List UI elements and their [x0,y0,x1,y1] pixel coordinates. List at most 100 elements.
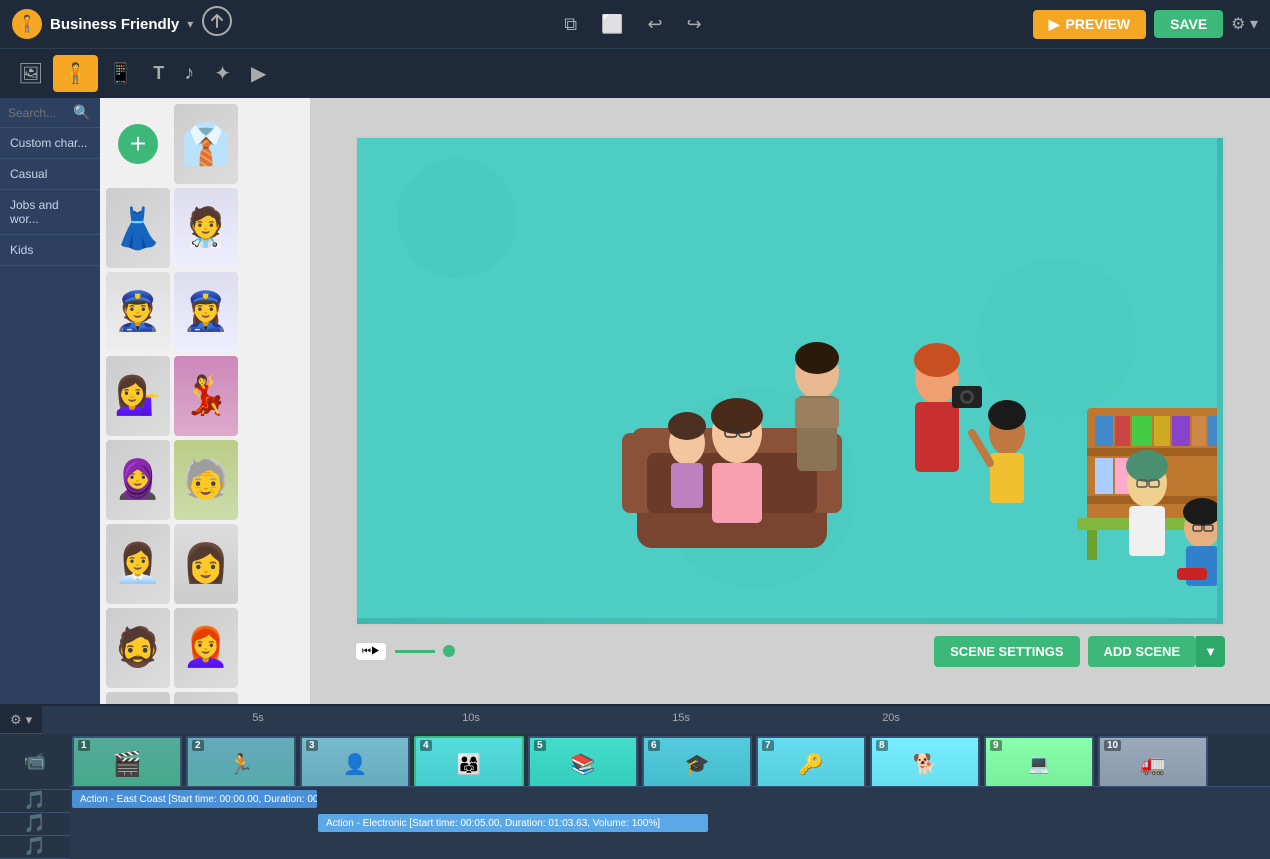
character-grid: + 👔 👗 🧑‍⚕️ 👮 👮‍♀️ 💁‍♀️ 💃 🧕 � [100,98,310,704]
scene-actions: SCENE SETTINGS ADD SCENE ▼ [934,636,1225,667]
chevron-down-icon: ▾ [187,17,193,31]
audio-track-3 [70,835,1270,859]
save-button[interactable]: SAVE [1154,10,1223,38]
left-sidebar: 🔍 Custom char... Casual Jobs and wor... … [0,98,100,704]
top-bar-right: ▶ PREVIEW SAVE ⚙ ▾ [1033,10,1258,39]
toolbar-effects-btn[interactable]: ✦ [204,55,241,92]
scene-thumb-5[interactable]: 5 📚 [528,736,638,787]
char-item[interactable]: 🧕 [106,440,170,520]
add-scene-group: ADD SCENE ▼ [1088,636,1225,667]
sidebar-item-custom-char[interactable]: Custom char... [0,128,100,159]
audio-bar-2[interactable]: Action - Electronic [Start time: 00:05.0… [318,814,708,832]
sidebar-item-kids[interactable]: Kids [0,235,100,266]
scene-thumb-1[interactable]: 1 🎬 [72,736,182,787]
scene-number: 8 [876,740,888,751]
timeline-body: 📹 🎵 🎵 🎵 1 🎬 2 🏃 3 👤 [0,734,1270,859]
copy-button[interactable]: ⧉ [560,10,581,39]
timeline-settings-button[interactable]: ⚙ ▾ [0,712,42,728]
scene-thumb-10[interactable]: 10 🚛 [1098,736,1208,787]
scene-thumb-3[interactable]: 3 👤 [300,736,410,787]
ruler-mark-15s: 15s [672,712,690,724]
audio-bar-1[interactable]: Action - East Coast [Start time: 00:00.0… [72,790,317,808]
char-item[interactable]: 👩‍💼 [106,524,170,604]
project-title: Business Friendly [50,16,179,33]
audio-track-1: Action - East Coast [Start time: 00:00.0… [70,787,1270,811]
toolbar-text-btn[interactable]: T [143,57,174,90]
scene-canvas: 📹 [355,136,1225,626]
scene-number: 9 [990,740,1002,751]
toolbar-device-btn[interactable]: 📱 [98,55,143,92]
video-track-icon: 📹 [0,734,70,790]
ruler-mark-20s: 20s [882,712,900,724]
char-item[interactable]: 👧 [174,692,238,704]
timeline: ⚙ ▾ 5s 10s 15s 20s 📹 🎵 🎵 🎵 1 🎬 [0,704,1270,859]
scene-number: 3 [306,740,318,751]
scene-number: 2 [192,740,204,751]
char-item[interactable]: 💁‍♀️ [106,356,170,436]
canvas-controls: ⏮▶ SCENE SETTINGS ADD SCENE ▼ [355,636,1225,667]
audio-track-icon-3: 🎵 [0,836,70,859]
scene-background: 📹 [357,138,1223,624]
scene-thumb-9[interactable]: 9 💻 [984,736,1094,787]
chevron-down-icon: ▾ [26,712,33,728]
timeline-content: 1 🎬 2 🏃 3 👤 4 👨‍👩‍👧 5 📚 [70,734,1270,859]
search-input[interactable] [8,106,73,120]
toolbar-character-btn[interactable]: 🧍 [53,55,98,92]
char-item[interactable]: 👮‍♀️ [174,272,238,352]
scene-thumb-7[interactable]: 7 🔑 [756,736,866,787]
char-item[interactable]: 🧓 [174,440,238,520]
toolbar: 🖼 🧍 📱 T ♪ ✦ ▶ [0,48,1270,98]
settings-button[interactable]: ⚙ ▾ [1231,14,1258,34]
timeline-ruler: 5s 10s 15s 20s [42,706,1270,734]
add-character-button[interactable]: + [118,124,158,164]
audio-tracks: Action - East Coast [Start time: 00:00.0… [70,787,1270,859]
scene-thumb-8[interactable]: 8 🐕 [870,736,980,787]
scene-number: 7 [762,740,774,751]
redo-button[interactable]: ↪ [683,10,706,39]
char-item[interactable]: 👔 [174,104,238,184]
toolbar-image-btn[interactable]: 🖼 [8,55,53,92]
progress-dot [443,645,455,657]
gear-icon: ⚙ [10,712,22,728]
char-item[interactable]: 👩‍🦰 [174,608,238,688]
upload-button[interactable] [201,5,233,43]
char-item[interactable]: 👮 [106,272,170,352]
scene-thumb-4[interactable]: 4 👨‍👩‍👧 [414,736,524,787]
timeline-scenes: 1 🎬 2 🏃 3 👤 4 👨‍👩‍👧 5 📚 [70,734,1270,787]
scene-number: 6 [648,740,660,751]
main-layout: 🔍 Custom char... Casual Jobs and wor... … [0,98,1270,704]
audio-track-icon-2: 🎵 [0,813,70,836]
add-scene-button[interactable]: ADD SCENE [1088,636,1197,667]
ruler-mark-10s: 10s [462,712,480,724]
scene-illustration [357,138,1217,618]
preview-label: PREVIEW [1066,16,1131,32]
preview-button[interactable]: ▶ PREVIEW [1033,10,1146,39]
scene-number: 4 [420,740,432,751]
char-item[interactable]: 🧔 [106,608,170,688]
scene-thumb-2[interactable]: 2 🏃 [186,736,296,787]
play-icon: ▶ [1049,16,1060,33]
timeline-header: ⚙ ▾ 5s 10s 15s 20s [0,706,1270,734]
progress-line [395,650,435,653]
ruler-mark-5s: 5s [252,712,264,724]
char-item[interactable]: 🧑‍⚕️ [174,188,238,268]
char-item[interactable]: 👴 [106,692,170,704]
toolbar-video-btn[interactable]: ▶ [241,55,276,92]
toolbar-music-btn[interactable]: ♪ [174,56,204,91]
char-item[interactable]: 👗 [106,188,170,268]
audio-track-2: Action - Electronic [Start time: 00:05.0… [70,811,1270,835]
playback-button[interactable]: ⏮▶ [355,642,387,661]
top-bar: 🧍 Business Friendly ▾ ⧉ ⬜ ↩ ↪ ▶ PREVIEW … [0,0,1270,48]
paste-button[interactable]: ⬜ [597,10,627,39]
timeline-track-labels: 📹 🎵 🎵 🎵 [0,734,70,859]
undo-button[interactable]: ↩ [644,10,667,39]
char-item[interactable]: 👩 [174,524,238,604]
playback-area: ⏮▶ [355,642,455,661]
char-item[interactable]: 💃 [174,356,238,436]
sidebar-item-casual[interactable]: Casual [0,159,100,190]
add-scene-arrow-button[interactable]: ▼ [1196,636,1225,667]
scene-thumb-6[interactable]: 6 🎓 [642,736,752,787]
scene-settings-button[interactable]: SCENE SETTINGS [934,636,1079,667]
sidebar-item-jobs[interactable]: Jobs and wor... [0,190,100,235]
top-bar-center: ⧉ ⬜ ↩ ↪ [560,10,705,39]
